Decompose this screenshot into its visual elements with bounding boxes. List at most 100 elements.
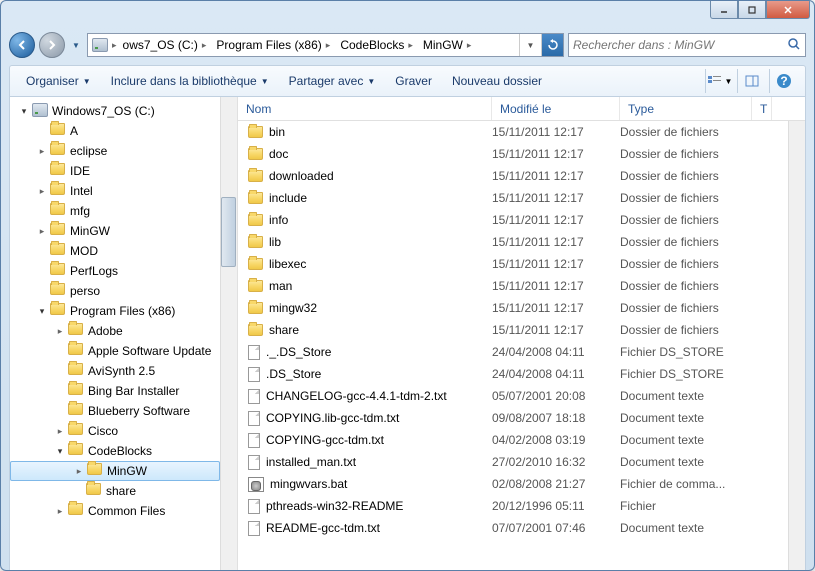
file-row[interactable]: bin15/11/2011 12:17Dossier de fichiers — [238, 121, 805, 143]
file-row[interactable]: installed_man.txt27/02/2010 16:32Documen… — [238, 451, 805, 473]
expander-icon[interactable] — [36, 205, 48, 217]
tree-item[interactable]: ▸eclipse — [10, 141, 220, 161]
expander-icon[interactable]: ▸ — [36, 185, 48, 197]
tree-item[interactable]: PerfLogs — [10, 261, 220, 281]
expander-icon[interactable]: ▸ — [54, 425, 66, 437]
forward-button[interactable] — [39, 32, 65, 58]
column-name[interactable]: Nom — [238, 97, 492, 120]
tree-item[interactable]: IDE — [10, 161, 220, 181]
file-row[interactable]: include15/11/2011 12:17Dossier de fichie… — [238, 187, 805, 209]
file-row[interactable]: mingw3215/11/2011 12:17Dossier de fichie… — [238, 297, 805, 319]
tree-item[interactable]: ▸Intel — [10, 181, 220, 201]
share-menu[interactable]: Partager avec▼ — [281, 70, 384, 92]
breadcrumb-segment[interactable]: Program Files (x86)▸ — [210, 34, 334, 56]
preview-pane-button[interactable] — [737, 69, 765, 93]
titlebar[interactable] — [1, 1, 814, 29]
file-row[interactable]: COPYING.lib-gcc-tdm.txt09/08/2007 18:18D… — [238, 407, 805, 429]
history-dropdown[interactable]: ▼ — [69, 35, 83, 55]
column-date[interactable]: Modifié le — [492, 97, 620, 120]
search-box[interactable] — [568, 33, 806, 57]
tree-item[interactable]: A — [10, 121, 220, 141]
chevron-right-icon[interactable]: ▸ — [202, 40, 207, 51]
expander-icon[interactable] — [36, 245, 48, 257]
tree-item-label: share — [106, 484, 136, 498]
expander-icon[interactable] — [36, 285, 48, 297]
file-row[interactable]: lib15/11/2011 12:17Dossier de fichiers — [238, 231, 805, 253]
breadcrumb-segment[interactable]: ows7_OS (C:)▸ — [117, 34, 211, 56]
expander-icon[interactable]: ▾ — [18, 105, 30, 117]
expander-icon[interactable] — [54, 345, 66, 357]
chevron-right-icon[interactable]: ▸ — [467, 40, 472, 51]
expander-icon[interactable]: ▸ — [36, 145, 48, 157]
maximize-button[interactable] — [738, 1, 766, 19]
file-row[interactable]: downloaded15/11/2011 12:17Dossier de fic… — [238, 165, 805, 187]
file-row[interactable]: doc15/11/2011 12:17Dossier de fichiers — [238, 143, 805, 165]
view-options-button[interactable]: ▼ — [705, 69, 733, 93]
column-size[interactable]: T — [752, 97, 772, 120]
organize-menu[interactable]: Organiser▼ — [18, 70, 99, 92]
tree-item[interactable]: share — [10, 481, 220, 501]
file-row[interactable]: pthreads-win32-README20/12/1996 05:11Fic… — [238, 495, 805, 517]
chevron-right-icon[interactable]: ▸ — [408, 40, 413, 51]
tree-item[interactable]: ▸Common Files — [10, 501, 220, 521]
tree-item[interactable]: mfg — [10, 201, 220, 221]
refresh-button[interactable] — [541, 34, 563, 56]
breadcrumb[interactable]: ▸ ows7_OS (C:)▸Program Files (x86)▸CodeB… — [87, 33, 564, 57]
file-row[interactable]: COPYING-gcc-tdm.txt04/02/2008 03:19Docum… — [238, 429, 805, 451]
close-button[interactable] — [766, 1, 810, 19]
file-row[interactable]: CHANGELOG-gcc-4.4.1-tdm-2.txt05/07/2001 … — [238, 385, 805, 407]
expander-icon[interactable] — [54, 365, 66, 377]
tree-item[interactable]: ▾CodeBlocks — [10, 441, 220, 461]
expander-icon[interactable] — [54, 405, 66, 417]
tree-item[interactable]: perso — [10, 281, 220, 301]
list-vscrollbar[interactable] — [788, 121, 805, 570]
breadcrumb-segment[interactable]: MinGW▸ — [417, 34, 476, 56]
new-folder-button[interactable]: Nouveau dossier — [444, 70, 550, 92]
expander-icon[interactable]: ▸ — [73, 465, 85, 477]
expander-icon[interactable] — [36, 165, 48, 177]
burn-button[interactable]: Graver — [387, 70, 440, 92]
tree-item[interactable]: ▸Cisco — [10, 421, 220, 441]
file-row[interactable]: .DS_Store24/04/2008 04:11Fichier DS_STOR… — [238, 363, 805, 385]
file-row[interactable]: libexec15/11/2011 12:17Dossier de fichie… — [238, 253, 805, 275]
tree-scroll-thumb[interactable] — [221, 197, 236, 267]
expander-icon[interactable]: ▾ — [54, 445, 66, 457]
breadcrumb-dropdown[interactable]: ▼ — [519, 34, 541, 56]
include-library-menu[interactable]: Inclure dans la bibliothèque▼ — [103, 70, 277, 92]
tree-item[interactable]: Bing Bar Installer — [10, 381, 220, 401]
column-type[interactable]: Type — [620, 97, 752, 120]
expander-icon[interactable]: ▸ — [54, 505, 66, 517]
folder-tree[interactable]: ▾Windows7_OS (C:)A▸eclipseIDE▸Intelmfg▸M… — [10, 97, 238, 571]
tree-item[interactable]: ▾Program Files (x86) — [10, 301, 220, 321]
file-row[interactable]: info15/11/2011 12:17Dossier de fichiers — [238, 209, 805, 231]
tree-item[interactable]: ▾Windows7_OS (C:) — [10, 101, 220, 121]
back-button[interactable] — [9, 32, 35, 58]
tree-scrollbar[interactable] — [220, 97, 237, 571]
tree-item[interactable]: ▸Adobe — [10, 321, 220, 341]
expander-icon[interactable]: ▸ — [54, 325, 66, 337]
expander-icon[interactable]: ▾ — [36, 305, 48, 317]
expander-icon[interactable] — [54, 385, 66, 397]
breadcrumb-segment[interactable]: CodeBlocks▸ — [334, 34, 417, 56]
file-name: README-gcc-tdm.txt — [266, 521, 380, 535]
file-row[interactable]: share15/11/2011 12:17Dossier de fichiers — [238, 319, 805, 341]
tree-item[interactable]: Apple Software Update — [10, 341, 220, 361]
tree-item[interactable]: MOD — [10, 241, 220, 261]
tree-item[interactable]: ▸MinGW — [10, 461, 220, 481]
file-row[interactable]: README-gcc-tdm.txt07/07/2001 07:46Docume… — [238, 517, 805, 539]
search-input[interactable] — [573, 38, 787, 52]
help-button[interactable]: ? — [769, 69, 797, 93]
expander-icon[interactable] — [36, 125, 48, 137]
file-row[interactable]: mingwvars.bat02/08/2008 21:27Fichier de … — [238, 473, 805, 495]
file-row[interactable]: ._.DS_Store24/04/2008 04:11Fichier DS_ST… — [238, 341, 805, 363]
expander-icon[interactable] — [36, 265, 48, 277]
tree-item[interactable]: Blueberry Software — [10, 401, 220, 421]
tree-item[interactable]: ▸MinGW — [10, 221, 220, 241]
chevron-right-icon[interactable]: ▸ — [326, 40, 331, 51]
expander-icon[interactable]: ▸ — [36, 225, 48, 237]
file-row[interactable]: man15/11/2011 12:17Dossier de fichiers — [238, 275, 805, 297]
minimize-button[interactable] — [710, 1, 738, 19]
expander-icon[interactable] — [72, 485, 84, 497]
tree-item[interactable]: AviSynth 2.5 — [10, 361, 220, 381]
search-icon[interactable] — [787, 37, 801, 54]
